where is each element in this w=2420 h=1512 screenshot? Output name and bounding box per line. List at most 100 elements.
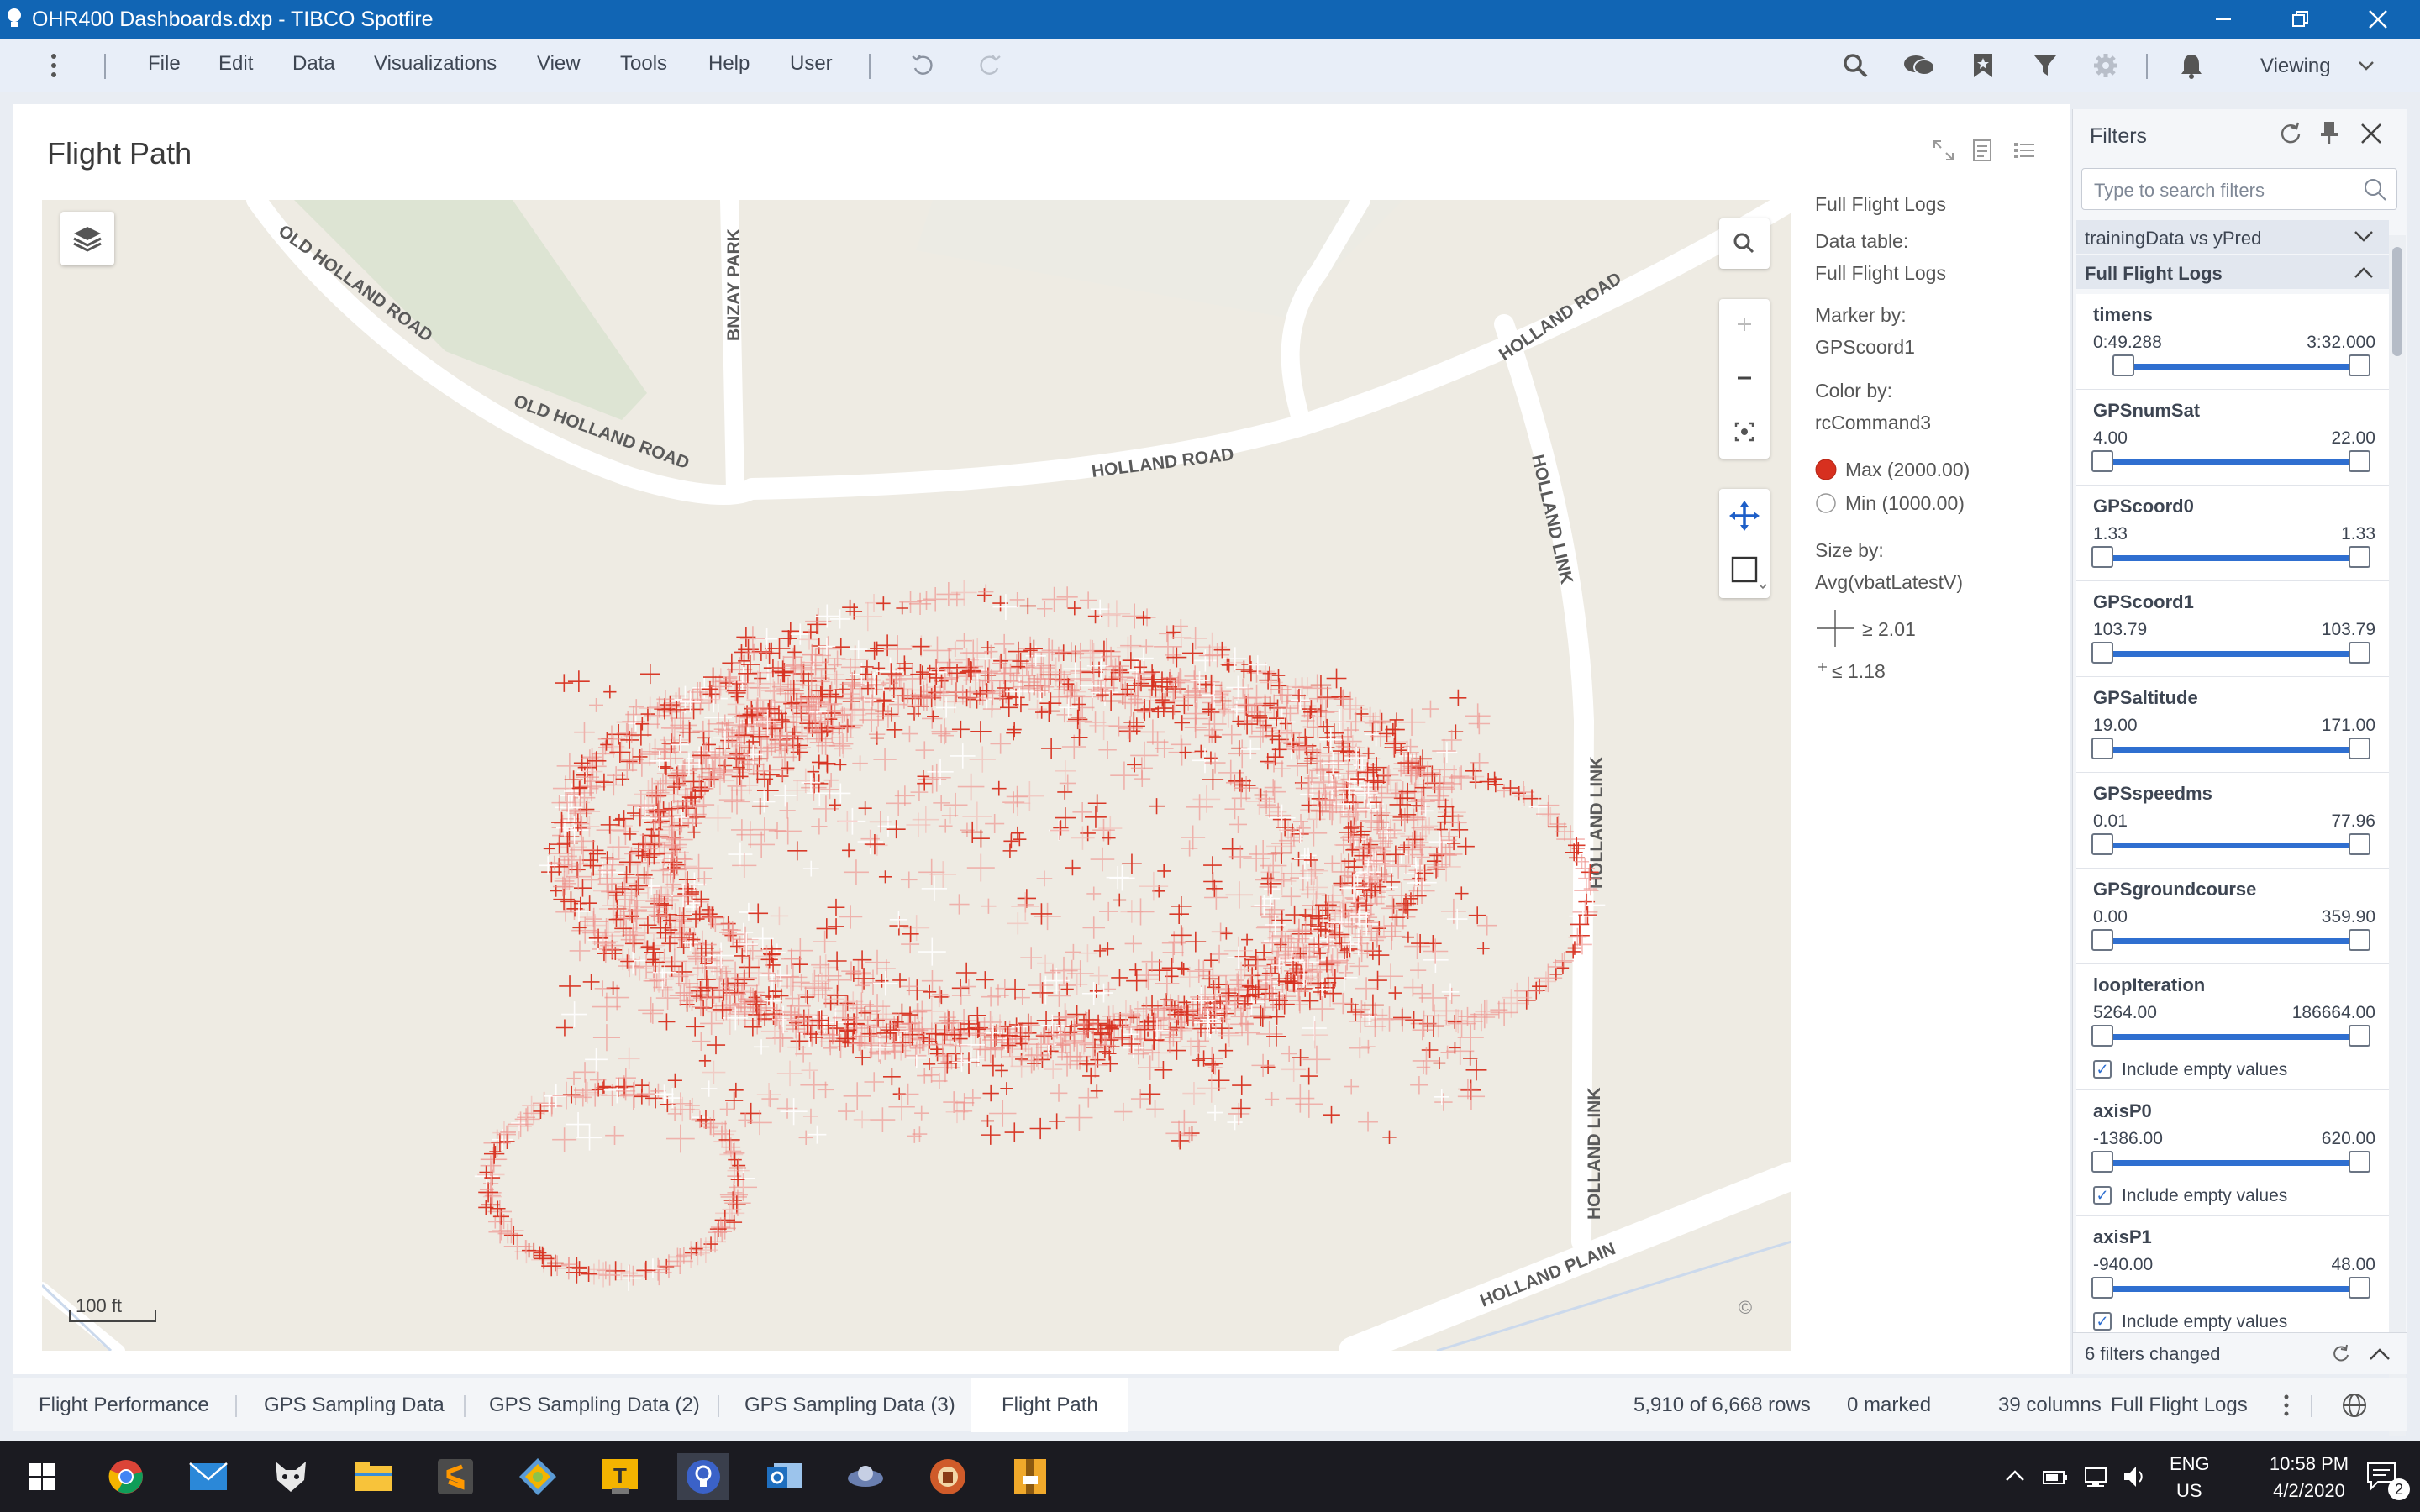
flight-marker[interactable] bbox=[1004, 1122, 1024, 1142]
flight-marker[interactable] bbox=[692, 746, 711, 765]
flight-marker[interactable] bbox=[1010, 1055, 1033, 1078]
flight-marker[interactable] bbox=[608, 836, 630, 858]
pin-icon[interactable] bbox=[2317, 119, 2342, 146]
settings-button[interactable] bbox=[2091, 50, 2121, 81]
flight-marker[interactable] bbox=[1436, 742, 1458, 764]
flight-marker[interactable] bbox=[1127, 757, 1143, 773]
flight-marker[interactable] bbox=[723, 789, 750, 815]
flight-marker[interactable] bbox=[1476, 915, 1497, 936]
taskbar-app[interactable] bbox=[924, 1453, 971, 1500]
range-slider-track[interactable] bbox=[2102, 651, 2360, 657]
flight-marker[interactable] bbox=[1165, 704, 1181, 720]
flight-marker[interactable] bbox=[1309, 685, 1337, 712]
filter-group-collapsed[interactable]: trainingData vs yPred bbox=[2076, 220, 2389, 254]
flight-marker[interactable] bbox=[845, 960, 871, 986]
flight-marker[interactable] bbox=[1059, 774, 1076, 792]
flight-marker[interactable] bbox=[1344, 722, 1360, 738]
chevron-up-icon[interactable] bbox=[2369, 1347, 2391, 1362]
flight-marker[interactable] bbox=[552, 1127, 577, 1152]
flight-marker[interactable] bbox=[585, 1047, 608, 1071]
legend-list-icon[interactable] bbox=[2012, 138, 2037, 163]
flight-marker[interactable] bbox=[1410, 962, 1427, 979]
flight-marker[interactable] bbox=[1465, 1059, 1487, 1081]
flight-marker[interactable] bbox=[978, 584, 994, 600]
flight-marker[interactable] bbox=[1081, 982, 1106, 1005]
flight-marker[interactable] bbox=[725, 1091, 744, 1110]
flight-marker[interactable] bbox=[839, 672, 865, 697]
flight-marker[interactable] bbox=[923, 636, 952, 665]
range-slider-track[interactable] bbox=[2102, 1286, 2360, 1292]
flight-marker[interactable] bbox=[646, 953, 660, 966]
flight-marker[interactable] bbox=[1166, 647, 1187, 668]
flight-marker[interactable] bbox=[1206, 879, 1223, 897]
range-slider-track[interactable] bbox=[2102, 938, 2360, 944]
flight-marker[interactable] bbox=[573, 1079, 597, 1103]
flight-marker[interactable] bbox=[612, 818, 639, 846]
flight-marker[interactable] bbox=[658, 1013, 676, 1031]
flight-marker[interactable] bbox=[478, 1182, 499, 1203]
flight-marker[interactable] bbox=[763, 659, 783, 678]
flight-marker[interactable] bbox=[1302, 1045, 1331, 1074]
flight-marker[interactable] bbox=[1065, 943, 1081, 960]
flight-marker[interactable] bbox=[672, 921, 697, 945]
flight-marker[interactable] bbox=[911, 686, 931, 706]
flight-marker[interactable] bbox=[801, 774, 827, 801]
flight-marker[interactable] bbox=[1323, 1105, 1340, 1124]
flight-marker[interactable] bbox=[932, 986, 949, 1003]
flight-marker[interactable] bbox=[627, 806, 640, 820]
flight-marker[interactable] bbox=[1139, 719, 1165, 745]
flight-marker[interactable] bbox=[756, 770, 774, 788]
flight-marker[interactable] bbox=[1181, 840, 1198, 857]
flight-marker[interactable] bbox=[1192, 1053, 1206, 1067]
flight-marker[interactable] bbox=[1260, 873, 1282, 895]
flight-marker[interactable] bbox=[1285, 905, 1304, 925]
tab-gps-sampling-data-3[interactable]: GPS Sampling Data (3) bbox=[744, 1378, 955, 1432]
taskbar-app-active[interactable] bbox=[677, 1453, 729, 1500]
flight-marker[interactable] bbox=[1090, 847, 1115, 872]
flight-marker[interactable] bbox=[927, 710, 939, 723]
flight-marker[interactable] bbox=[1209, 730, 1222, 743]
tab-gps-sampling-data[interactable]: GPS Sampling Data bbox=[264, 1378, 445, 1432]
range-slider-min-handle[interactable] bbox=[2091, 929, 2113, 951]
legend-size-by-value[interactable]: Avg(vbatLatestV) bbox=[1815, 571, 1963, 594]
flight-marker[interactable] bbox=[886, 820, 906, 839]
flight-marker[interactable] bbox=[1041, 586, 1067, 612]
range-slider-min-handle[interactable] bbox=[2091, 1277, 2113, 1299]
flight-marker[interactable] bbox=[1233, 678, 1254, 699]
flight-marker[interactable] bbox=[589, 697, 603, 712]
flight-marker[interactable] bbox=[768, 822, 786, 840]
flight-marker[interactable] bbox=[1112, 1000, 1140, 1028]
close-filters-icon[interactable] bbox=[2359, 121, 2384, 146]
flight-marker[interactable] bbox=[1294, 848, 1316, 869]
flight-marker[interactable] bbox=[1218, 1043, 1234, 1058]
flight-marker[interactable] bbox=[992, 594, 1019, 621]
flight-marker[interactable] bbox=[1467, 1003, 1496, 1032]
flight-marker[interactable] bbox=[1295, 1089, 1323, 1118]
flight-marker[interactable] bbox=[1286, 1084, 1315, 1113]
flight-marker[interactable] bbox=[594, 980, 611, 997]
flight-marker[interactable] bbox=[838, 1102, 855, 1121]
flight-marker[interactable] bbox=[888, 1094, 915, 1121]
flight-marker[interactable] bbox=[503, 1226, 523, 1245]
flight-marker[interactable] bbox=[785, 990, 800, 1006]
range-slider-max-handle[interactable] bbox=[2349, 929, 2370, 951]
flight-marker[interactable] bbox=[961, 979, 976, 995]
range-slider-track[interactable] bbox=[2102, 1160, 2360, 1166]
flight-marker[interactable] bbox=[731, 768, 749, 785]
flight-marker[interactable] bbox=[1068, 709, 1088, 730]
maximize-icon[interactable] bbox=[1931, 138, 1956, 163]
flight-marker[interactable] bbox=[1106, 866, 1129, 890]
legend-marker-by-value[interactable]: GPScoord1 bbox=[1815, 336, 1915, 359]
flight-marker[interactable] bbox=[1220, 927, 1233, 940]
flight-marker[interactable] bbox=[901, 725, 918, 743]
flight-marker[interactable] bbox=[1031, 975, 1060, 1005]
flight-marker[interactable] bbox=[659, 857, 682, 881]
flight-marker[interactable] bbox=[1348, 1010, 1372, 1033]
flight-marker[interactable] bbox=[1114, 1102, 1133, 1121]
flight-marker[interactable] bbox=[555, 901, 576, 922]
flight-marker[interactable] bbox=[1124, 935, 1142, 953]
range-slider-max-handle[interactable] bbox=[2349, 354, 2370, 376]
flight-marker[interactable] bbox=[873, 748, 897, 771]
flight-marker[interactable] bbox=[1322, 938, 1337, 953]
range-slider-track[interactable] bbox=[2122, 364, 2360, 370]
